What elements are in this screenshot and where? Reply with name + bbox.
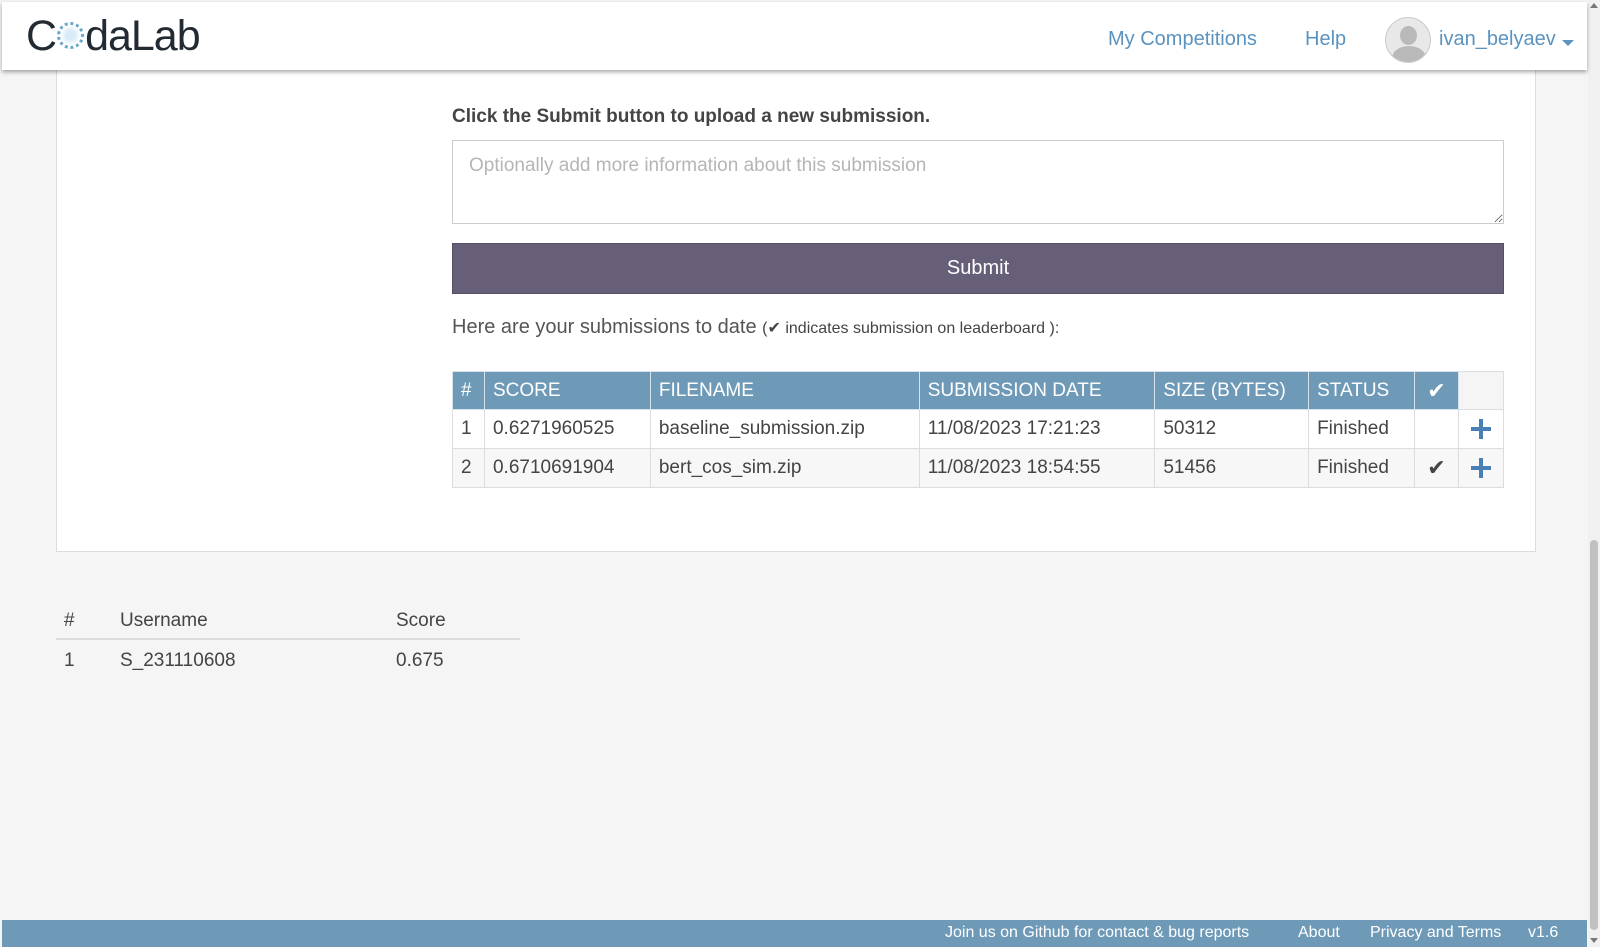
cell-date: 11/08/2023 17:21:23 [918,409,1156,449]
cell-score: 0.6710691904 [483,448,651,488]
submissions-intro-text: Here are your submissions to date [452,316,757,338]
scroll-down-arrow-icon[interactable] [1590,938,1598,943]
submission-description-input[interactable] [452,140,1504,224]
table-row[interactable]: 1 0.6271960525 baseline_submission.zip 1… [452,409,1505,449]
cell-leaderboard-toggle[interactable] [1414,409,1459,449]
plus-icon[interactable] [1470,418,1491,439]
cell-filename: baseline_submission.zip [649,409,920,449]
footer-about-link[interactable]: About [1298,924,1340,942]
lb-cell-rank: 1 [64,649,75,671]
leaderboard-note-text: indicates submission on leaderboard [785,320,1046,337]
cell-date: 11/08/2023 18:54:55 [918,448,1156,488]
cell-status: Finished [1308,409,1416,449]
cell-num: 2 [452,448,485,488]
col-header-size: SIZE (BYTES) [1154,371,1310,410]
cell-size: 51456 [1154,448,1310,488]
green-check-icon[interactable]: ✔ [1427,455,1445,480]
lb-cell-username: S_231110608 [120,649,236,671]
scrollbar-thumb[interactable] [1590,540,1598,930]
col-header-actions [1457,371,1505,410]
check-icon: ✔ [1427,377,1446,403]
table-row[interactable]: 2 0.6710691904 bert_cos_sim.zip 11/08/20… [452,448,1505,488]
nav-my-competitions[interactable]: My Competitions [1108,28,1257,51]
footer: Join us on Github for contact & bug repo… [2,920,1587,947]
submissions-table: # SCORE FILENAME SUBMISSION DATE SIZE (B… [452,371,1505,488]
leaderboard-row: 1 S_231110608 0.675 [56,639,520,681]
logo-globe-icon [57,22,85,50]
col-header-score: SCORE [483,371,651,410]
logo-text-prefix: C [26,12,57,60]
avatar-head-shape [1400,26,1417,45]
cell-expand[interactable] [1457,409,1505,449]
top-navbar: CdaLab My Competitions Help ivan_belyaev [2,2,1587,70]
footer-privacy-link[interactable]: Privacy and Terms [1370,924,1501,942]
leaderboard-note: (✔ indicates submission on leaderboard )… [762,320,1060,337]
avatar-body-shape [1392,46,1426,62]
logo-text-suffix: daLab [85,12,201,60]
footer-github-link[interactable]: Join us on Github for contact & bug repo… [945,924,1249,942]
cell-status: Finished [1308,448,1416,488]
lb-col-rank: # [56,603,112,640]
page-scrollbar[interactable] [1588,0,1600,947]
col-header-leaderboard-check: ✔ [1414,371,1459,410]
check-icon: ✔ [767,320,781,337]
lb-cell-score: 0.675 [396,649,444,671]
col-header-num: # [452,371,485,410]
submissions-header-row: # SCORE FILENAME SUBMISSION DATE SIZE (B… [452,371,1505,410]
cell-size: 50312 [1154,409,1310,449]
scroll-up-arrow-icon[interactable] [1590,3,1598,8]
plus-icon[interactable] [1470,457,1491,478]
codalab-logo[interactable]: CdaLab [26,12,201,61]
submissions-intro: Here are your submissions to date (✔ ind… [452,316,1059,339]
leaderboard-header-row: # Username Score [56,603,520,640]
nav-help[interactable]: Help [1305,28,1346,51]
user-menu-username[interactable]: ivan_belyaev [1439,28,1556,51]
col-header-submission-date: SUBMISSION DATE [918,371,1156,410]
leaderboard-table: # Username Score 1 S_231110608 0.675 [56,603,520,681]
col-header-filename: FILENAME [649,371,920,410]
col-header-status: STATUS [1308,371,1416,410]
cell-score: 0.6271960525 [483,409,651,449]
cell-num: 1 [452,409,485,449]
footer-version: v1.6 [1528,924,1559,941]
cell-filename: bert_cos_sim.zip [649,448,920,488]
lb-col-username: Username [112,603,388,640]
lb-col-score: Score [388,603,520,640]
cell-expand[interactable] [1457,448,1505,488]
submit-button[interactable]: Submit [452,243,1504,294]
cell-leaderboard-toggle[interactable]: ✔ [1414,448,1459,488]
user-avatar[interactable] [1385,17,1431,63]
chevron-down-icon[interactable] [1562,40,1574,46]
submit-instruction: Click the Submit button to upload a new … [452,106,931,127]
